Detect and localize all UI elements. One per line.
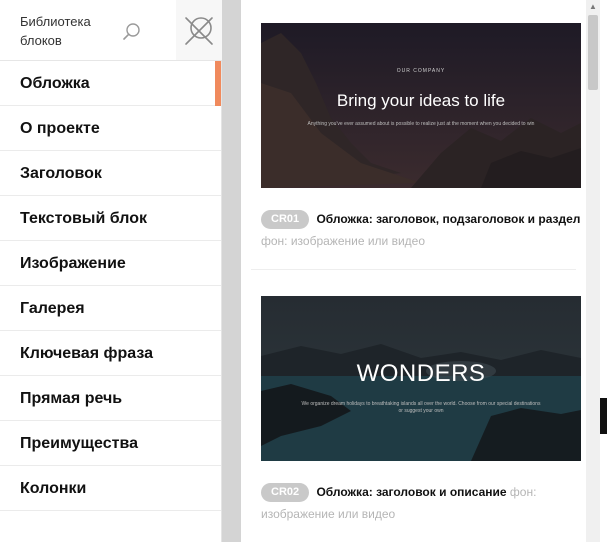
edge-tab[interactable] <box>600 398 607 434</box>
menu-item-columns[interactable]: Колонки <box>0 466 221 511</box>
menu-item-gallery[interactable]: Галерея <box>0 286 221 331</box>
preview-overline: OUR COMPANY <box>396 68 446 74</box>
menu-item-key-phrase[interactable]: Ключевая фраза <box>0 331 221 376</box>
close-button[interactable] <box>176 0 222 60</box>
preview-subtitle: Anything you've ever assumed about is po… <box>307 121 535 127</box>
block-name: Обложка: заголовок и описание <box>316 485 507 499</box>
block-card-info: CR01 Обложка: заголовок, подзаголовок и … <box>261 208 581 252</box>
block-meta: фон: изображение или видео <box>261 234 426 248</box>
block-library-sidebar: Библиотека блоков Обложка О проекте Заго… <box>0 0 222 542</box>
block-category-menu: Обложка О проекте Заголовок Текстовый бл… <box>0 61 221 511</box>
block-preview-image[interactable]: WONDERS We organize dream holidays to br… <box>261 296 581 461</box>
block-preview-image[interactable]: OUR COMPANY Bring your ideas to life Any… <box>261 23 581 188</box>
menu-item-direct-speech[interactable]: Прямая речь <box>0 376 221 421</box>
menu-item-about[interactable]: О проекте <box>0 106 221 151</box>
menu-item-advantages[interactable]: Преимущества <box>0 421 221 466</box>
scrollbar-thumb[interactable] <box>588 15 598 90</box>
block-card-info: CR02 Обложка: заголовок и описание фон: … <box>261 481 581 525</box>
block-name: Обложка: заголовок, подзаголовок и разде… <box>316 212 581 226</box>
menu-item-heading[interactable]: Заголовок <box>0 151 221 196</box>
block-code-badge: CR01 <box>261 210 310 229</box>
block-card-cr02[interactable]: WONDERS We organize dream holidays to br… <box>261 296 581 525</box>
close-icon[interactable] <box>182 14 216 48</box>
preview-subtitle: We organize dream holidays to breathtaki… <box>301 401 541 414</box>
preview-title: Bring your ideas to life <box>336 91 506 110</box>
block-code-badge: CR02 <box>261 483 310 502</box>
sidebar-title: Библиотека блоков <box>20 14 91 48</box>
block-preview-list: OUR COMPANY Bring your ideas to life Any… <box>241 0 586 542</box>
search-icon[interactable] <box>122 22 142 42</box>
menu-item-image[interactable]: Изображение <box>0 241 221 286</box>
scroll-up-icon[interactable]: ▲ <box>588 2 598 12</box>
sidebar-header: Библиотека блоков <box>0 0 222 61</box>
preview-title: WONDERS <box>356 360 486 387</box>
card-divider <box>251 269 576 270</box>
menu-item-text-block[interactable]: Текстовый блок <box>0 196 221 241</box>
block-card-cr01[interactable]: OUR COMPANY Bring your ideas to life Any… <box>261 23 581 252</box>
sidebar-scroll-gutter[interactable] <box>222 0 241 542</box>
menu-item-cover[interactable]: Обложка <box>0 61 221 106</box>
